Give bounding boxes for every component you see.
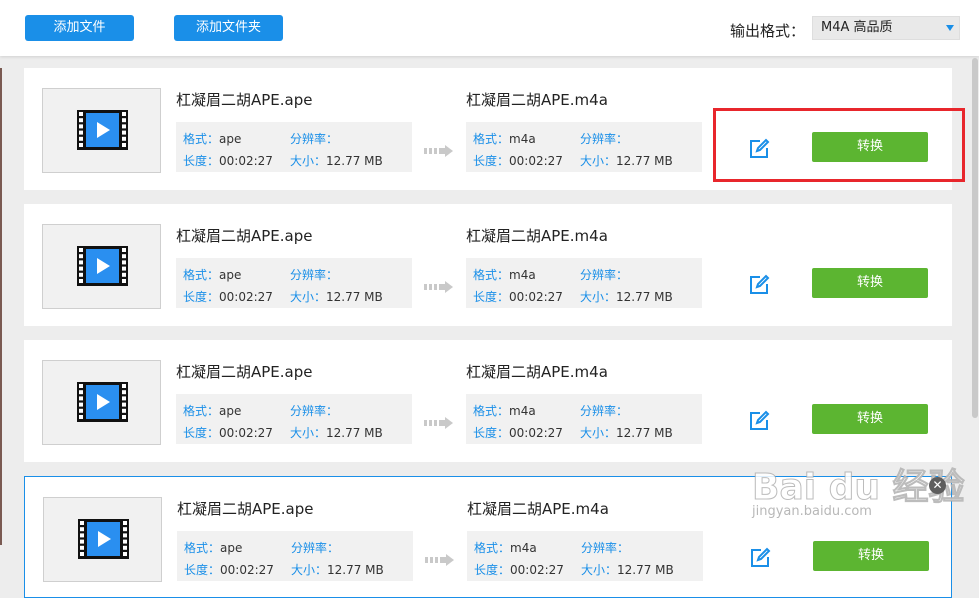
source-filename: 杠凝眉二胡APE.ape xyxy=(176,91,313,109)
resolution-field: 分辨率： xyxy=(291,541,340,555)
resolution-field: 分辨率： xyxy=(290,404,339,418)
size-field: 大小：12.77 MB xyxy=(290,290,383,304)
duration-field: 长度：00:02:27 xyxy=(474,563,564,577)
convert-button[interactable]: 转换 xyxy=(812,268,928,298)
convert-button[interactable]: 转换 xyxy=(813,541,929,571)
output-format-select[interactable]: M4A 高品质 xyxy=(812,16,960,40)
resolution-field: 分辨率： xyxy=(580,132,629,146)
edit-icon[interactable] xyxy=(749,547,771,569)
resolution-field: 分辨率： xyxy=(290,132,339,146)
file-row[interactable]: 杠凝眉二胡APE.ape 杠凝眉二胡APE.m4a 格式：ape 分辨率： 长度：00:… xyxy=(24,204,952,326)
target-info: 格式：m4a 分辨率： 长度：00:02:27 大小：12.77 MB xyxy=(466,394,702,444)
convert-arrow-icon xyxy=(424,142,454,161)
size-field: 大小：12.77 MB xyxy=(580,290,673,304)
watermark: Bai du 经验 jingyan.baidu.com xyxy=(748,458,966,526)
duration-field: 长度：00:02:27 xyxy=(183,426,273,440)
annotation-highlight-box xyxy=(713,108,965,182)
format-field: 格式：ape xyxy=(183,268,242,282)
output-format-label: 输出格式： xyxy=(730,22,806,40)
duration-field: 长度：00:02:27 xyxy=(473,426,563,440)
duration-field: 长度：00:02:27 xyxy=(183,154,273,168)
convert-arrow-icon xyxy=(424,414,454,433)
convert-button[interactable]: 转换 xyxy=(812,404,928,434)
watermark-url: jingyan.baidu.com xyxy=(752,504,872,519)
target-info: 格式：m4a 分辨率： 长度：00:02:27 大小：12.77 MB xyxy=(466,122,702,172)
size-field: 大小：12.77 MB xyxy=(290,426,383,440)
resolution-field: 分辨率： xyxy=(580,404,629,418)
format-field: 格式：ape xyxy=(183,404,242,418)
source-info: 格式：ape 分辨率： 长度：00:02:27 大小：12.77 MB xyxy=(176,394,412,444)
scrollbar[interactable] xyxy=(972,58,978,418)
source-filename: 杠凝眉二胡APE.ape xyxy=(176,227,313,245)
source-info: 格式：ape 分辨率： 长度：00:02:27 大小：12.77 MB xyxy=(177,531,413,581)
video-thumbnail xyxy=(42,360,161,445)
output-format-value: M4A 高品质 xyxy=(821,20,893,35)
format-field: 格式：m4a xyxy=(473,404,536,418)
size-field: 大小：12.77 MB xyxy=(580,154,673,168)
source-filename: 杠凝眉二胡APE.ape xyxy=(176,363,313,381)
size-field: 大小：12.77 MB xyxy=(581,563,674,577)
close-icon[interactable]: ✕ xyxy=(929,477,946,494)
format-field: 格式：m4a xyxy=(473,268,536,282)
format-field: 格式：m4a xyxy=(474,541,537,555)
format-field: 格式：m4a xyxy=(473,132,536,146)
target-filename: 杠凝眉二胡APE.m4a xyxy=(466,363,608,381)
source-filename: 杠凝眉二胡APE.ape xyxy=(177,500,314,518)
target-filename: 杠凝眉二胡APE.m4a xyxy=(467,500,609,518)
target-info: 格式：m4a 分辨率： 长度：00:02:27 大小：12.77 MB xyxy=(466,258,702,308)
edit-icon[interactable] xyxy=(748,410,770,432)
video-thumbnail xyxy=(42,224,161,309)
chevron-down-icon xyxy=(946,25,954,31)
toolbar: 添加文件 添加文件夹 输出格式： M4A 高品质 xyxy=(0,0,979,56)
video-thumbnail xyxy=(42,88,161,173)
convert-arrow-icon xyxy=(425,551,455,570)
format-field: 格式：ape xyxy=(184,541,243,555)
duration-field: 长度：00:02:27 xyxy=(473,154,563,168)
format-field: 格式：ape xyxy=(183,132,242,146)
resolution-field: 分辨率： xyxy=(290,268,339,282)
add-file-button[interactable]: 添加文件 xyxy=(25,15,134,41)
resolution-field: 分辨率： xyxy=(581,541,630,555)
size-field: 大小：12.77 MB xyxy=(580,426,673,440)
edit-icon[interactable] xyxy=(748,274,770,296)
window-edge xyxy=(0,68,2,545)
size-field: 大小：12.77 MB xyxy=(291,563,384,577)
video-thumbnail xyxy=(43,497,162,582)
target-info: 格式：m4a 分辨率： 长度：00:02:27 大小：12.77 MB xyxy=(467,531,703,581)
duration-field: 长度：00:02:27 xyxy=(473,290,563,304)
convert-arrow-icon xyxy=(424,278,454,297)
resolution-field: 分辨率： xyxy=(580,268,629,282)
source-info: 格式：ape 分辨率： 长度：00:02:27 大小：12.77 MB xyxy=(176,258,412,308)
source-info: 格式：ape 分辨率： 长度：00:02:27 大小：12.77 MB xyxy=(176,122,412,172)
target-filename: 杠凝眉二胡APE.m4a xyxy=(466,227,608,245)
duration-field: 长度：00:02:27 xyxy=(183,290,273,304)
target-filename: 杠凝眉二胡APE.m4a xyxy=(466,91,608,109)
add-folder-button[interactable]: 添加文件夹 xyxy=(174,15,283,41)
size-field: 大小：12.77 MB xyxy=(290,154,383,168)
duration-field: 长度：00:02:27 xyxy=(184,563,274,577)
file-row[interactable]: 杠凝眉二胡APE.ape 杠凝眉二胡APE.m4a 格式：ape 分辨率： 长度：00:… xyxy=(24,340,952,462)
